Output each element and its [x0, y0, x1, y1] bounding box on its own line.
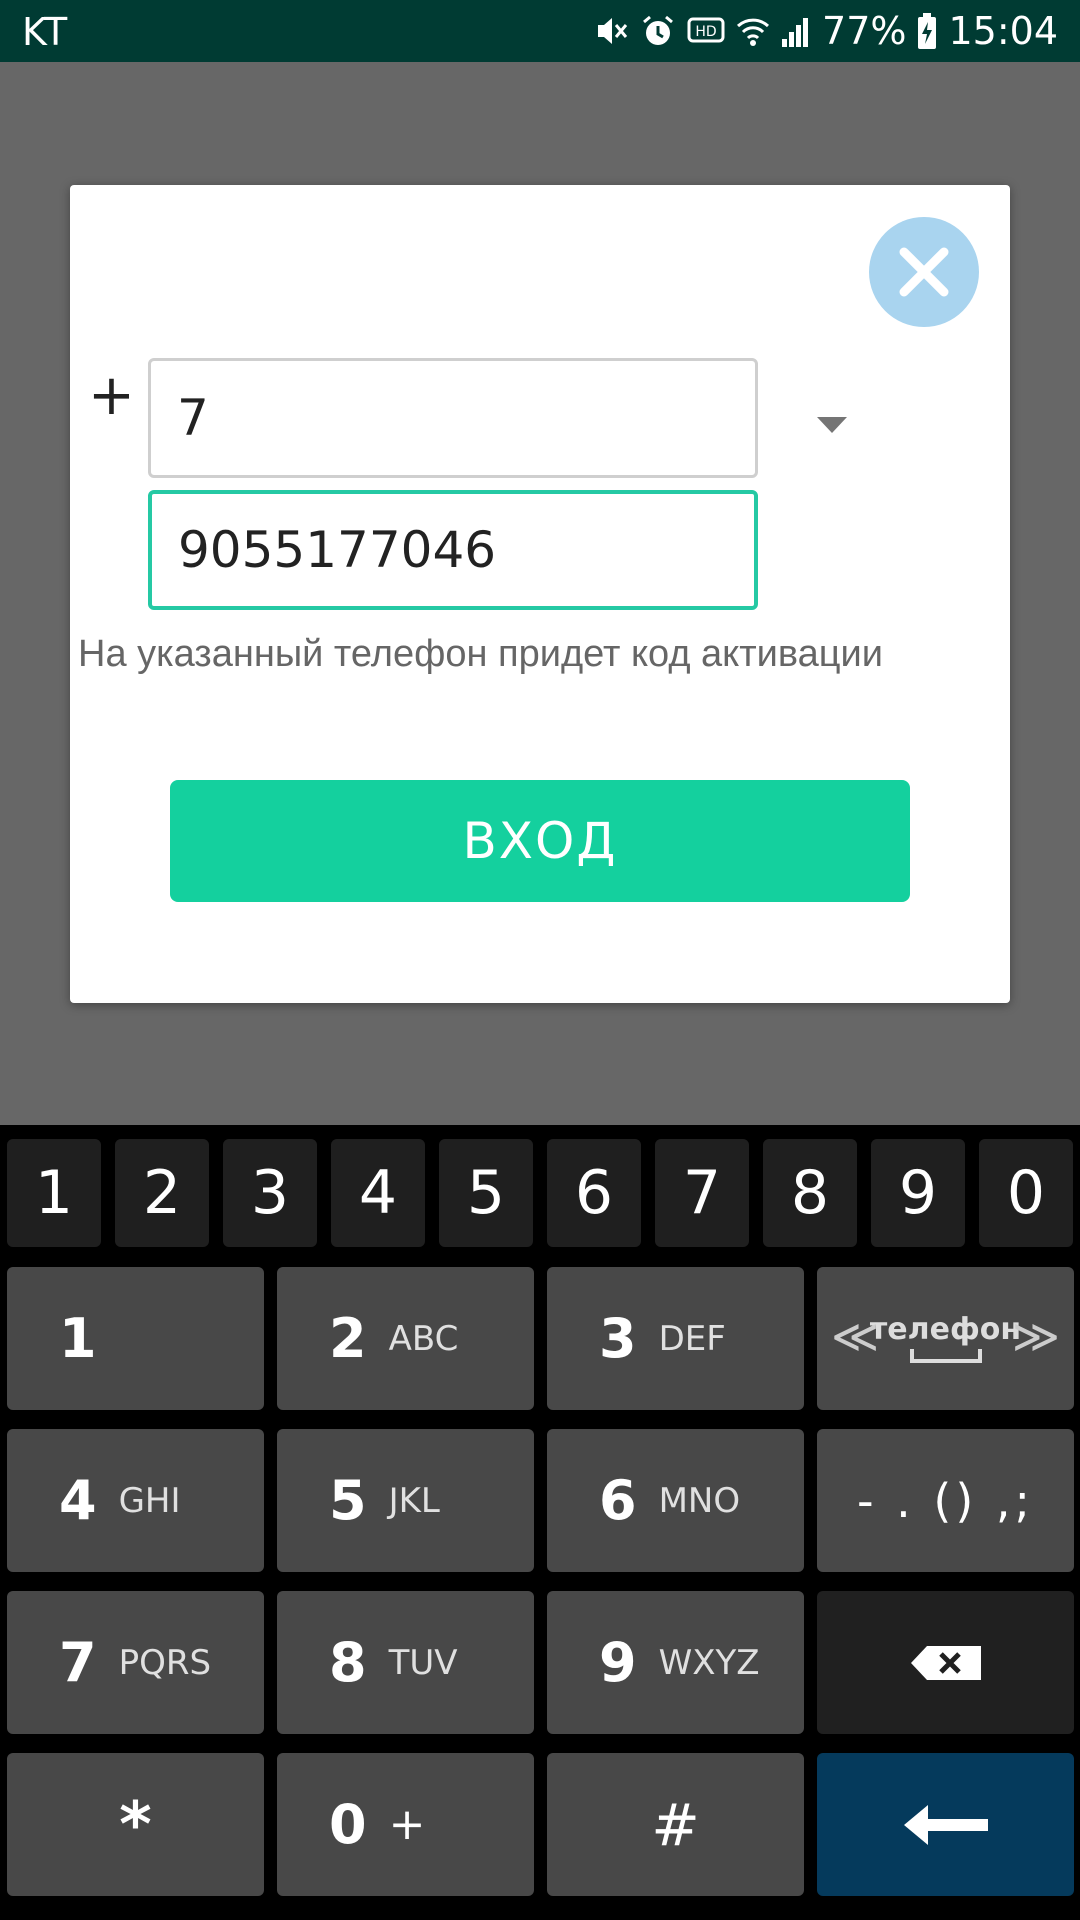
key-1[interactable]: 1 [7, 1267, 264, 1410]
key-5[interactable]: 5 JKL [277, 1429, 534, 1572]
key-6[interactable]: 6 MNO [547, 1429, 804, 1572]
key-top-8[interactable]: 8 [763, 1139, 857, 1247]
activation-hint: На указанный телефон придет код активаци… [78, 633, 883, 675]
key-7[interactable]: 7 PQRS [7, 1591, 264, 1734]
key-top-2[interactable]: 2 [115, 1139, 209, 1247]
key-4-digit: 4 [59, 1469, 97, 1532]
key-top-5[interactable]: 5 [439, 1139, 533, 1247]
key-3[interactable]: 3 DEF [547, 1267, 804, 1410]
plus-sign: + [88, 363, 135, 428]
key-0-plus: + [388, 1799, 426, 1850]
clock: 15:04 [948, 9, 1058, 53]
battery-percent: 77% [822, 9, 907, 53]
dropdown-arrow-icon [817, 417, 847, 433]
key-5-letters: JKL [388, 1480, 440, 1521]
country-dropdown[interactable] [802, 405, 862, 445]
key-top-3[interactable]: 3 [223, 1139, 317, 1247]
key-3-digit: 3 [599, 1307, 637, 1370]
enter-icon [903, 1804, 988, 1845]
key-8-digit: 8 [329, 1631, 367, 1694]
key-7-letters: PQRS [118, 1642, 212, 1683]
hd-voice-icon: HD [687, 17, 725, 43]
key-top-9[interactable]: 9 [871, 1139, 965, 1247]
wifi-icon [736, 18, 770, 46]
key-4-letters: GHI [118, 1480, 181, 1521]
language-label: телефон [869, 1312, 1022, 1347]
key-9-letters: WXYZ [658, 1642, 760, 1683]
key-1-digit: 1 [59, 1307, 97, 1370]
phone-number-input[interactable] [148, 490, 758, 610]
key-0-digit: 0 [329, 1793, 367, 1856]
key-top-1[interactable]: 1 [7, 1139, 101, 1247]
arrow-left-icon: ≪ [831, 1310, 880, 1362]
key-star-label: * [119, 1788, 152, 1861]
key-top-0[interactable]: 0 [979, 1139, 1073, 1247]
signal-icon [782, 18, 809, 47]
key-4[interactable]: 4 GHI [7, 1429, 264, 1572]
key-9[interactable]: 9 WXYZ [547, 1591, 804, 1734]
language-switch-key[interactable]: ≪ телефон ≫ [817, 1267, 1074, 1410]
login-dialog: + На указанный телефон придет код актива… [70, 185, 1010, 1003]
key-6-digit: 6 [599, 1469, 637, 1532]
space-bar-icon [909, 1349, 982, 1363]
key-top-4[interactable]: 4 [331, 1139, 425, 1247]
punctuation-label: - . () ,; [856, 1473, 1035, 1528]
mute-icon [598, 18, 628, 44]
key-2-letters: ABC [388, 1318, 459, 1359]
key-6-letters: MNO [658, 1480, 741, 1521]
svg-text:HD: HD [695, 24, 716, 40]
status-icons: HD 77% 15:04 [594, 8, 1058, 54]
battery-icon [918, 13, 937, 49]
arrow-right-icon: ≫ [1011, 1310, 1060, 1362]
key-8-letters: TUV [388, 1642, 458, 1683]
key-hash-label: # [651, 1790, 700, 1859]
key-top-6[interactable]: 6 [547, 1139, 641, 1247]
key-3-letters: DEF [658, 1318, 726, 1359]
backspace-icon [910, 1645, 981, 1680]
close-button[interactable] [869, 217, 979, 327]
country-code-input[interactable] [148, 358, 758, 478]
numeric-keyboard: 1 2 3 4 5 6 7 8 9 0 1 2 ABC 3 DEF ≪ теле… [0, 1125, 1080, 1920]
key-5-digit: 5 [329, 1469, 367, 1532]
key-star[interactable]: * [7, 1753, 264, 1896]
login-button[interactable]: ВХОД [170, 780, 910, 902]
carrier-name: KT [22, 10, 68, 54]
key-7-digit: 7 [59, 1631, 97, 1694]
status-bar: KT HD 77% 15:04 [0, 0, 1080, 62]
key-2-digit: 2 [329, 1307, 367, 1370]
enter-key[interactable] [817, 1753, 1074, 1896]
key-0[interactable]: 0 + [277, 1753, 534, 1896]
key-top-7[interactable]: 7 [655, 1139, 749, 1247]
key-hash[interactable]: # [547, 1753, 804, 1896]
close-icon [899, 247, 949, 297]
backspace-key[interactable] [817, 1591, 1074, 1734]
alarm-icon [643, 15, 673, 45]
punctuation-key[interactable]: - . () ,; [817, 1429, 1074, 1572]
key-2[interactable]: 2 ABC [277, 1267, 534, 1410]
key-9-digit: 9 [599, 1631, 637, 1694]
key-8[interactable]: 8 TUV [277, 1591, 534, 1734]
